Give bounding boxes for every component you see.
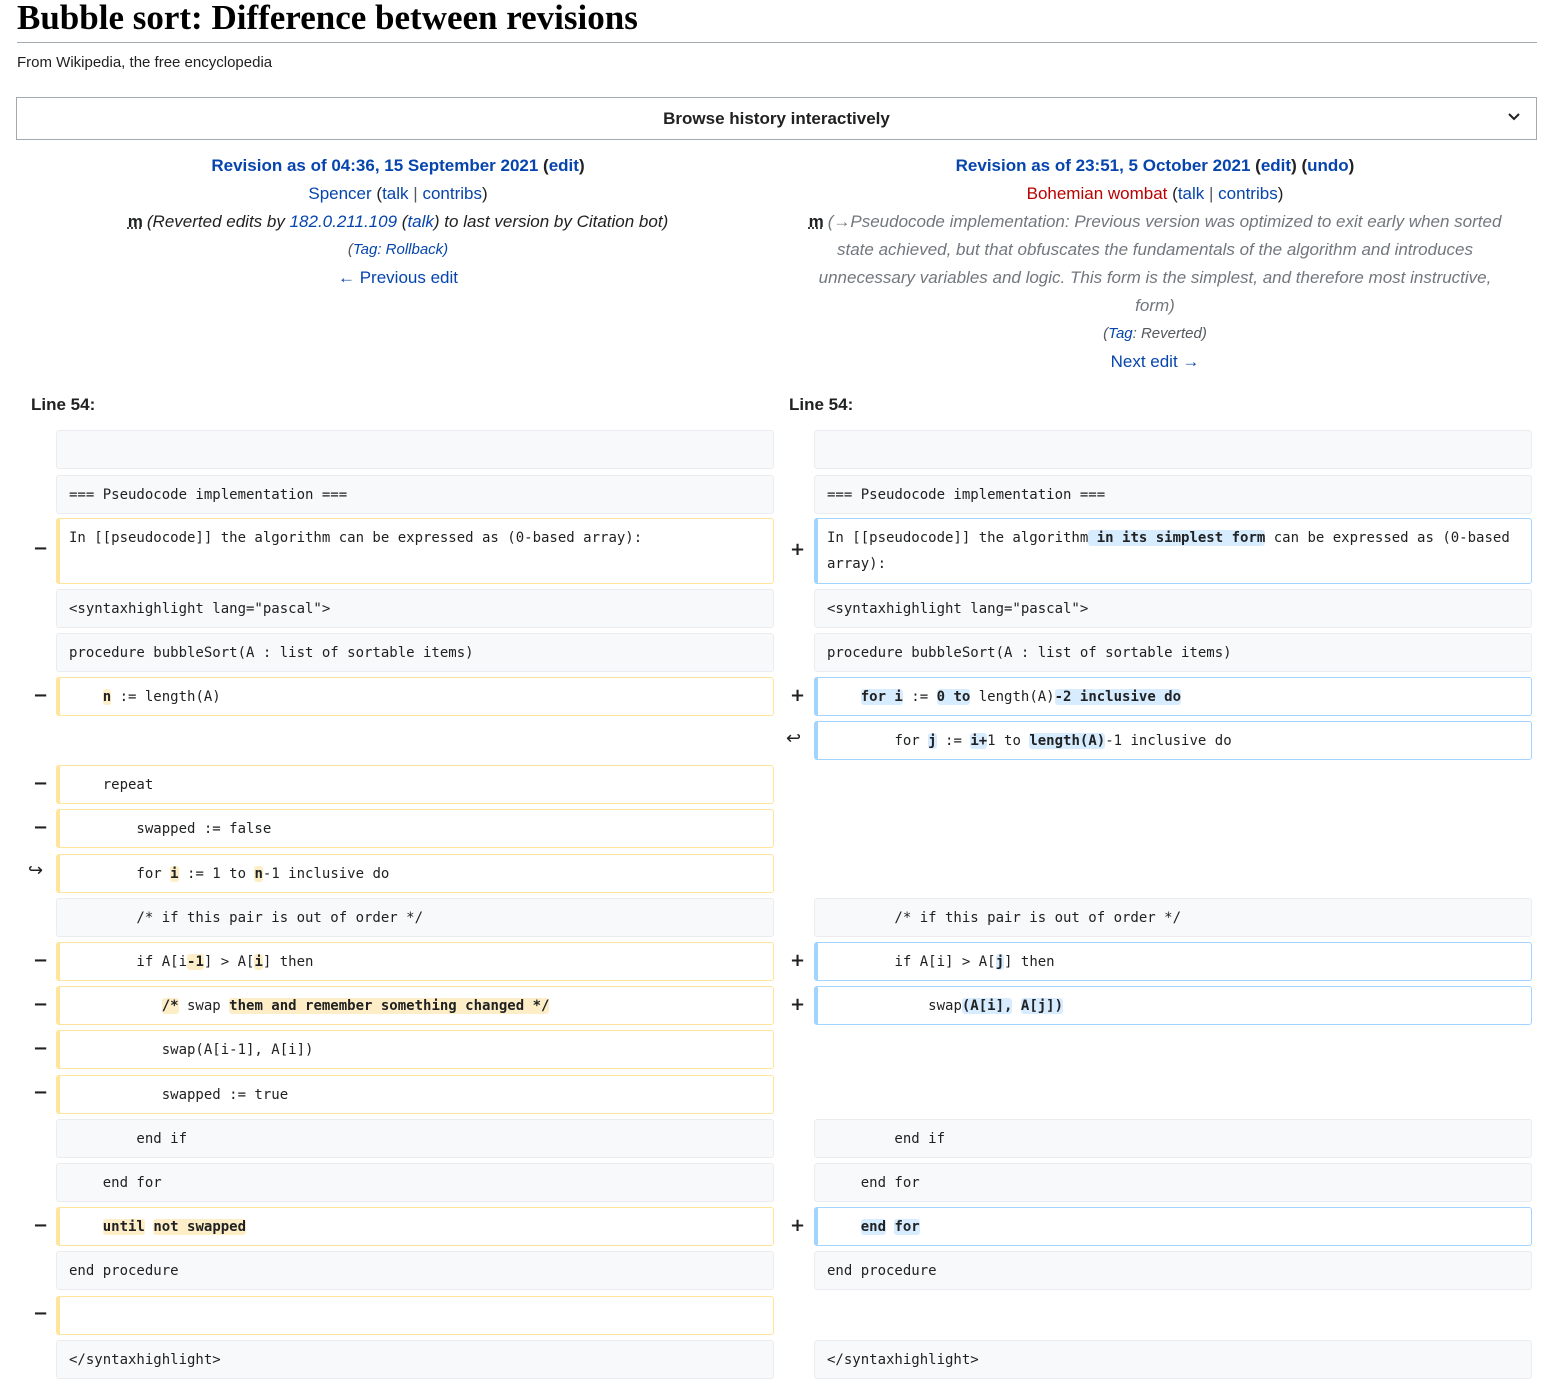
deleted-line-marker: − bbox=[33, 817, 49, 838]
right-tag-link[interactable]: Tag bbox=[1108, 325, 1132, 342]
diff-deleted-line: until not swapped bbox=[56, 1207, 774, 1246]
diff-context-line: end if bbox=[814, 1119, 1532, 1158]
left-user-link[interactable]: Spencer bbox=[308, 184, 371, 203]
deleted-line-marker: − bbox=[33, 538, 49, 559]
added-line-marker: + bbox=[790, 685, 806, 706]
right-revision-info: Revision as of 23:51, 5 October 2021 (ed… bbox=[780, 152, 1530, 376]
added-line-marker: + bbox=[790, 1215, 806, 1236]
previous-edit-link[interactable]: ← Previous edit bbox=[338, 268, 458, 287]
diff-deleted-line: swapped := true bbox=[56, 1075, 774, 1114]
deleted-line-marker: − bbox=[33, 994, 49, 1015]
diff-deleted-line: n := length(A) bbox=[56, 677, 774, 716]
diff-context-line: <syntaxhighlight lang="pascal"> bbox=[814, 589, 1532, 628]
diff-context-line: </syntaxhighlight> bbox=[814, 1340, 1532, 1379]
chevron-down-icon bbox=[1508, 113, 1520, 121]
diff-deleted-line: swapped := false bbox=[56, 809, 774, 848]
left-revision-link[interactable]: Revision as of 04:36, 15 September 2021 bbox=[211, 156, 538, 175]
diff-added-line: if A[i] > A[j] then bbox=[814, 942, 1532, 981]
browse-history-toggle[interactable]: Browse history interactively bbox=[16, 97, 1537, 140]
diff-added-line: In [[pseudocode]] the algorithm in its s… bbox=[814, 518, 1532, 584]
added-line-marker: + bbox=[790, 994, 806, 1015]
deleted-line-marker: − bbox=[33, 950, 49, 971]
next-edit-link[interactable]: Next edit → bbox=[1111, 352, 1200, 371]
moved-line-in-icon[interactable]: ↩ bbox=[786, 728, 801, 749]
left-edit-summary: m (Reverted edits by 182.0.211.109 (talk)… bbox=[127, 212, 669, 231]
right-user-line: Bohemian wombat (talk | contribs) bbox=[1026, 184, 1284, 203]
left-line-number: Line 54: bbox=[31, 395, 96, 414]
diff-context-line: end procedure bbox=[56, 1251, 774, 1290]
right-line-number: Line 54: bbox=[789, 395, 854, 414]
deleted-line-marker: − bbox=[33, 1038, 49, 1059]
browse-history-label: Browse history interactively bbox=[663, 108, 890, 128]
left-tag-link[interactable]: Tag bbox=[353, 241, 377, 258]
diff-context-line: </syntaxhighlight> bbox=[56, 1340, 774, 1379]
diff-added-line: end for bbox=[814, 1207, 1532, 1246]
diff-added-line: swap(A[i], A[j]) bbox=[814, 986, 1532, 1025]
left-talk-link[interactable]: talk bbox=[382, 184, 408, 203]
diff-context-line: procedure bubbleSort(A : list of sortabl… bbox=[814, 633, 1532, 672]
diff-context-line bbox=[56, 430, 774, 469]
left-edit-link[interactable]: edit bbox=[549, 156, 579, 175]
deleted-line-marker: − bbox=[33, 1082, 49, 1103]
right-user-link[interactable]: Bohemian wombat bbox=[1027, 184, 1168, 203]
diff-context-line: === Pseudocode implementation === bbox=[56, 475, 774, 514]
diff-deleted-line: /* swap them and remember something chan… bbox=[56, 986, 774, 1025]
right-revision-title: Revision as of 23:51, 5 October 2021 (ed… bbox=[955, 156, 1355, 175]
deleted-line-marker: − bbox=[33, 1303, 49, 1324]
minor-edit-badge: m bbox=[808, 212, 824, 231]
right-edit-link[interactable]: edit bbox=[1261, 156, 1291, 175]
diff-context-line: end for bbox=[814, 1163, 1532, 1202]
left-tag: (Tag: Rollback) bbox=[347, 241, 449, 258]
diff-context-line: end if bbox=[56, 1119, 774, 1158]
moved-line-out-icon[interactable]: ↪ bbox=[28, 860, 43, 881]
diff-context-line: /* if this pair is out of order */ bbox=[56, 898, 774, 937]
added-line-marker: + bbox=[790, 539, 806, 560]
diff-moved-line: for j := i+1 to length(A)-1 inclusive do bbox=[814, 721, 1532, 760]
diff-deleted-line: repeat bbox=[56, 765, 774, 804]
page-title: Bubble sort: Difference between revision… bbox=[17, 0, 1537, 43]
deleted-line-marker: − bbox=[33, 773, 49, 794]
diff-deleted-line: swap(A[i-1], A[i]) bbox=[56, 1030, 774, 1069]
diff-moved-line: for i := 1 to n-1 inclusive do bbox=[56, 854, 774, 893]
left-summary-talk-link[interactable]: talk bbox=[407, 212, 433, 231]
right-contribs-link[interactable]: contribs bbox=[1218, 184, 1278, 203]
diff-context-line: end for bbox=[56, 1163, 774, 1202]
right-talk-link[interactable]: talk bbox=[1178, 184, 1204, 203]
right-edit-summary: m (→Pseudocode implementation: Previous v… bbox=[808, 212, 1502, 315]
left-revision-info: Revision as of 04:36, 15 September 2021 … bbox=[23, 152, 773, 292]
diff-added-line: for i := 0 to length(A)-2 inclusive do bbox=[814, 677, 1532, 716]
minor-edit-badge: m bbox=[127, 212, 143, 231]
diff-deleted-line: In [[pseudocode]] the algorithm can be e… bbox=[56, 518, 774, 584]
left-tag-value[interactable]: : Rollback) bbox=[377, 241, 448, 258]
undo-link[interactable]: undo bbox=[1307, 156, 1349, 175]
diff-context-line: <syntaxhighlight lang="pascal"> bbox=[56, 589, 774, 628]
left-summary-ip-link[interactable]: 182.0.211.109 bbox=[290, 212, 397, 231]
tagline: From Wikipedia, the free encyclopedia bbox=[17, 54, 273, 71]
right-revision-link[interactable]: Revision as of 23:51, 5 October 2021 bbox=[956, 156, 1251, 175]
deleted-line-marker: − bbox=[33, 1215, 49, 1236]
diff-context-line: procedure bubbleSort(A : list of sortabl… bbox=[56, 633, 774, 672]
added-line-marker: + bbox=[790, 950, 806, 971]
deleted-line-marker: − bbox=[33, 685, 49, 706]
right-tag: (Tag: Reverted) bbox=[1103, 325, 1207, 342]
diff-deleted-line bbox=[56, 1296, 774, 1335]
left-revision-title: Revision as of 04:36, 15 September 2021 … bbox=[211, 156, 585, 175]
diff-context-line: end procedure bbox=[814, 1251, 1532, 1290]
diff-deleted-line: if A[i-1] > A[i] then bbox=[56, 942, 774, 981]
diff-context-line: === Pseudocode implementation === bbox=[814, 475, 1532, 514]
diff-context-line: /* if this pair is out of order */ bbox=[814, 898, 1532, 937]
left-contribs-link[interactable]: contribs bbox=[422, 184, 482, 203]
diff-context-line bbox=[814, 430, 1532, 469]
left-user-line: Spencer (talk | contribs) bbox=[308, 184, 488, 203]
